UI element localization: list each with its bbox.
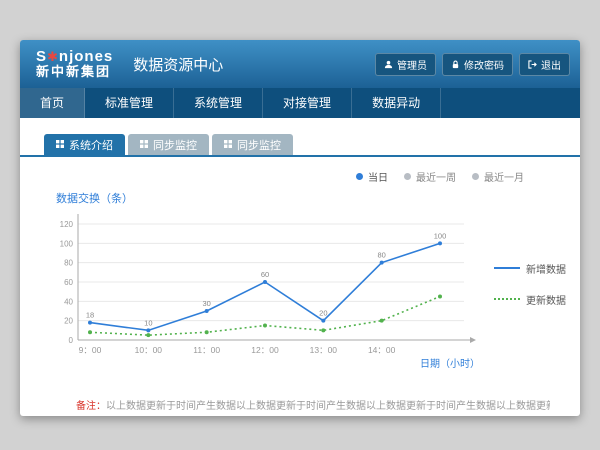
svg-text:12：00: 12：00 <box>251 345 279 355</box>
change-password-button[interactable]: 修改密码 <box>442 53 513 76</box>
chart-y-axis-title: 数据交换（条） <box>56 190 580 206</box>
filter-last-week-dot-icon <box>404 173 411 180</box>
nav-item-integration-mgmt[interactable]: 对接管理 <box>263 88 352 118</box>
tab-system-intro[interactable]: 系统介绍 <box>44 134 125 155</box>
chart-filter-legend: 当日 最近一周 最近一月 <box>20 169 524 184</box>
svg-text:120: 120 <box>60 220 74 229</box>
page-title: 数据资源中心 <box>133 54 223 75</box>
dotted-line-icon <box>494 298 520 300</box>
filter-last-week[interactable]: 最近一周 <box>404 169 456 184</box>
solid-line-icon <box>494 267 520 269</box>
nav-item-system-mgmt[interactable]: 系统管理 <box>174 88 263 118</box>
filter-last-month-dot-icon <box>472 173 479 180</box>
legend-item-new-data: 新增数据 <box>494 261 566 276</box>
filter-today-dot-icon <box>356 173 363 180</box>
app-window: S✱njones 新中新集团 数据资源中心 管理员 修改密码 退出 <box>20 40 580 416</box>
svg-text:100: 100 <box>434 231 447 240</box>
grid-icon <box>140 139 148 151</box>
logout-icon <box>528 60 537 69</box>
line-chart-svg: 0 20 40 60 80 100 120 9：00 10：00 11：00 12：00 13：00 1… <box>40 208 486 374</box>
app-header: S✱njones 新中新集团 数据资源中心 管理员 修改密码 退出 <box>20 40 580 88</box>
svg-text:0: 0 <box>69 336 74 345</box>
logo-star-icon: ✱ <box>47 49 59 64</box>
legend-item-updated-data: 更新数据 <box>494 292 566 307</box>
svg-text:13：00: 13：00 <box>310 345 338 355</box>
brand-name: S✱njones <box>36 48 113 65</box>
svg-text:11：00: 11：00 <box>193 345 220 355</box>
admin-button[interactable]: 管理员 <box>375 53 436 76</box>
filter-last-month[interactable]: 最近一月 <box>472 169 524 184</box>
brand-logo: S✱njones 新中新集团 <box>36 48 113 80</box>
svg-text:10：00: 10：00 <box>135 345 163 355</box>
nav-item-data-change[interactable]: 数据异动 <box>352 88 441 118</box>
tab-sync-monitor-1[interactable]: 同步监控 <box>128 134 209 155</box>
nav-item-home[interactable]: 首页 <box>20 88 85 118</box>
main-nav: 首页 标准管理 系统管理 对接管理 数据异动 <box>20 88 580 118</box>
svg-text:80: 80 <box>64 259 73 268</box>
svg-text:20: 20 <box>64 317 73 326</box>
company-name: 新中新集团 <box>36 65 113 80</box>
logout-button[interactable]: 退出 <box>519 53 570 76</box>
footnote-prefix: 备注： <box>76 401 106 412</box>
chart-section: 0 20 40 60 80 100 120 9：00 10：00 11：00 12：00 13：00 1… <box>20 206 580 379</box>
svg-text:100: 100 <box>60 239 74 248</box>
grid-icon <box>56 139 64 151</box>
svg-text:日期（小时）: 日期（小时） <box>420 358 480 370</box>
svg-text:80: 80 <box>377 251 385 260</box>
svg-text:18: 18 <box>86 311 94 320</box>
lock-icon <box>451 60 460 69</box>
footnote-text: 以上数据更新于时间产生数据以上数据更新于时间产生数据以上数据更新于时间产生数据以… <box>106 401 550 412</box>
svg-text:40: 40 <box>64 297 73 306</box>
header-actions: 管理员 修改密码 退出 <box>375 53 570 76</box>
svg-text:30: 30 <box>202 299 210 308</box>
tab-bar: 系统介绍 同步监控 同步监控 <box>20 134 580 157</box>
svg-text:9：00: 9：00 <box>79 345 102 355</box>
svg-text:10: 10 <box>144 318 152 327</box>
chart-container: 0 20 40 60 80 100 120 9：00 10：00 11：00 12：00 13：00 1… <box>40 208 486 379</box>
tab-sync-monitor-2[interactable]: 同步监控 <box>212 134 293 155</box>
svg-text:60: 60 <box>261 270 269 279</box>
filter-today[interactable]: 当日 <box>356 169 388 184</box>
user-icon <box>384 60 393 69</box>
footnote: 备注：以上数据更新于时间产生数据以上数据更新于时间产生数据以上数据更新于时间产生… <box>76 397 550 412</box>
grid-icon <box>224 139 232 151</box>
series-legend: 新增数据 更新数据 <box>494 261 566 307</box>
nav-item-standard-mgmt[interactable]: 标准管理 <box>85 88 174 118</box>
svg-text:14：00: 14：00 <box>368 345 396 355</box>
svg-text:60: 60 <box>64 278 73 287</box>
svg-text:20: 20 <box>319 309 327 318</box>
